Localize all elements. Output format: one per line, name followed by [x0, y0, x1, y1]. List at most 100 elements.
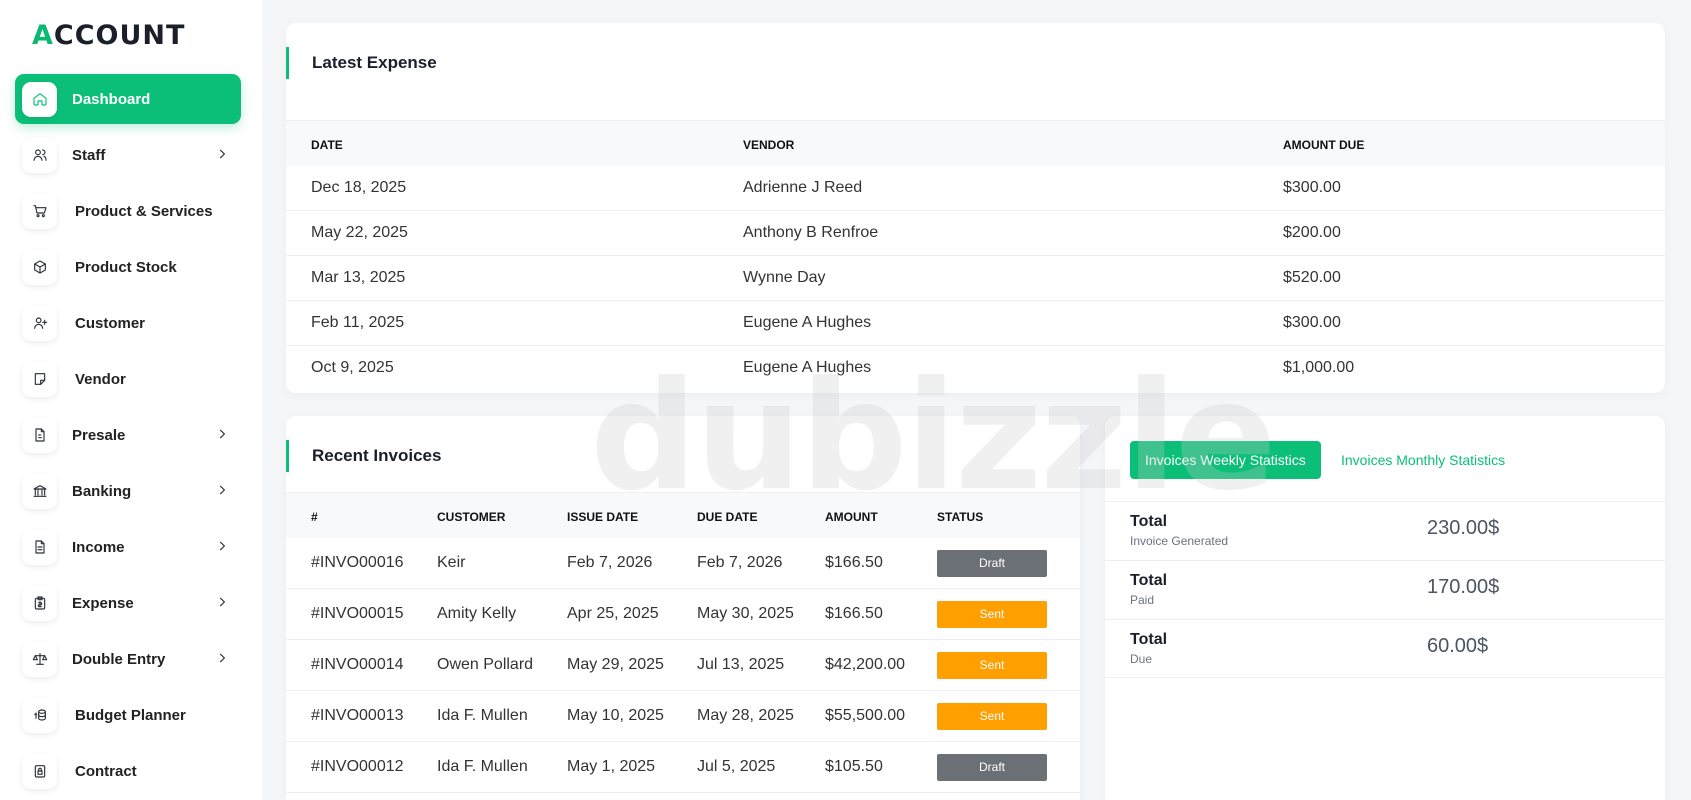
table-row[interactable]: #INVO00016 Keir Feb 7, 2026 Feb 7, 2026 … — [286, 538, 1080, 589]
coins-icon — [22, 697, 57, 733]
cell-amount: $55,500.00 — [825, 707, 906, 724]
chevron-right-icon — [215, 427, 229, 441]
cell-customer: Amity Kelly — [437, 605, 517, 622]
file-dollar-icon — [22, 417, 57, 453]
column-header: # — [311, 510, 318, 524]
invoice-number-link[interactable]: #INVO00013 — [311, 707, 404, 725]
cell-issue-date: Feb 7, 2026 — [567, 554, 653, 571]
recent-invoices-card: Recent Invoices # CUSTOMER ISSUE DATE DU… — [286, 416, 1080, 800]
card-title: Recent Invoices — [286, 440, 441, 472]
cell-date: Dec 18, 2025 — [311, 179, 407, 196]
cell-vendor: Wynne Day — [743, 269, 826, 286]
stat-label: Total — [1130, 631, 1168, 648]
cell-vendor: Anthony B Renfroe — [743, 224, 879, 241]
table-header: DATE VENDOR AMOUNT DUE — [286, 120, 1665, 166]
table-row[interactable]: #INVO00014 Owen Pollard May 29, 2025 Jul… — [286, 640, 1080, 691]
table-row[interactable]: #INVO00015 Amity Kelly Apr 25, 2025 May … — [286, 589, 1080, 640]
column-header: AMOUNT DUE — [1283, 138, 1365, 152]
sidebar-nav: Dashboard Staff Product & Services Produ… — [15, 74, 241, 800]
stat-value: 60.00$ — [1427, 635, 1489, 657]
cell-date: May 22, 2025 — [311, 224, 408, 241]
sidebar-item-banking[interactable]: Banking — [15, 466, 241, 516]
chevron-right-icon — [215, 651, 229, 665]
chevron-right-icon — [215, 539, 229, 553]
invoice-number-link[interactable]: #INVO00016 — [311, 554, 404, 572]
card-title: Latest Expense — [286, 47, 437, 79]
column-header: ISSUE DATE — [567, 510, 639, 524]
status-badge: Sent — [937, 652, 1047, 679]
stat-sublabel: Due — [1130, 652, 1153, 666]
sidebar-item-double-entry[interactable]: Double Entry — [15, 634, 241, 684]
scale-icon — [22, 641, 57, 677]
stat-label: Total — [1130, 513, 1168, 530]
chevron-right-icon — [215, 595, 229, 609]
invoice-number-link[interactable]: #INVO00014 — [311, 656, 404, 674]
table-row[interactable]: Dec 18, 2025 Adrienne J Reed $300.00 — [286, 166, 1665, 211]
cell-amount: $105.50 — [825, 758, 883, 775]
status-badge: Sent — [937, 703, 1047, 730]
sidebar-item-dashboard[interactable]: Dashboard — [15, 74, 241, 124]
clipboard-dollar-icon — [22, 585, 57, 621]
sidebar-item-product-stock[interactable]: Product Stock — [15, 242, 241, 292]
cell-date: Feb 11, 2025 — [311, 314, 405, 331]
cell-issue-date: Apr 25, 2025 — [567, 605, 659, 622]
table-row[interactable]: Oct 9, 2025 Eugene A Hughes $1,000.00 — [286, 346, 1665, 391]
stat-sublabel: Invoice Generated — [1130, 534, 1229, 548]
table-row[interactable]: #INVO00013 Ida F. Mullen May 10, 2025 Ma… — [286, 691, 1080, 742]
cell-customer: Ida F. Mullen — [437, 707, 528, 724]
column-header: DATE — [311, 138, 343, 152]
home-icon — [22, 81, 57, 117]
box-icon — [22, 249, 57, 285]
table-row[interactable]: Feb 11, 2025 Eugene A Hughes $300.00 — [286, 301, 1665, 346]
sidebar-item-expense[interactable]: Expense — [15, 578, 241, 628]
table-row[interactable]: #INVO00012 Ida F. Mullen May 1, 2025 Jul… — [286, 742, 1080, 793]
cell-customer: Owen Pollard — [437, 656, 534, 673]
table-header: # CUSTOMER ISSUE DATE DUE DATE AMOUNT ST… — [286, 492, 1080, 538]
cell-due-date: Jul 5, 2025 — [697, 758, 776, 775]
app-logo[interactable]: ACCOUNT — [32, 20, 185, 51]
invoice-number-link[interactable]: #INVO00015 — [311, 605, 404, 623]
sidebar-item-customer[interactable]: Customer — [15, 298, 241, 348]
sidebar-item-label: Vendor — [75, 370, 126, 388]
tab-monthly-statistics[interactable]: Invoices Monthly Statistics — [1326, 441, 1520, 479]
column-header: STATUS — [937, 510, 984, 524]
chevron-right-icon — [215, 483, 229, 497]
cell-due-date: May 28, 2025 — [697, 707, 794, 724]
status-badge: Sent — [937, 601, 1047, 628]
chevron-right-icon — [215, 147, 229, 161]
table-row[interactable]: Mar 13, 2025 Wynne Day $520.00 — [286, 256, 1665, 301]
sidebar-item-budget-planner[interactable]: Budget Planner — [15, 690, 241, 740]
sidebar-item-income[interactable]: Income — [15, 522, 241, 572]
cell-issue-date: May 10, 2025 — [567, 707, 664, 724]
sidebar-item-label: Banking — [72, 482, 132, 500]
cell-due-date: Feb 7, 2026 — [697, 554, 783, 571]
sidebar-item-label: Income — [72, 538, 125, 556]
sidebar-item-label: Expense — [72, 594, 134, 612]
table-row[interactable]: May 22, 2025 Anthony B Renfroe $200.00 — [286, 211, 1665, 256]
tab-weekly-statistics[interactable]: Invoices Weekly Statistics — [1130, 441, 1321, 479]
sidebar-item-label: Double Entry — [72, 650, 166, 668]
cell-vendor: Eugene A Hughes — [743, 359, 872, 376]
cell-amount: $520.00 — [1283, 269, 1341, 286]
cell-customer: Ida F. Mullen — [437, 758, 528, 775]
cell-amount: $300.00 — [1283, 179, 1341, 196]
note-icon — [22, 361, 57, 397]
sidebar-item-presale[interactable]: Presale — [15, 410, 241, 460]
invoice-number-link[interactable]: #INVO00012 — [311, 758, 404, 776]
status-badge: Draft — [937, 550, 1047, 577]
cell-issue-date: May 1, 2025 — [567, 758, 656, 775]
sidebar-item-label: Contract — [75, 762, 137, 780]
sidebar-item-product-services[interactable]: Product & Services — [15, 186, 241, 236]
cell-amount: $166.50 — [825, 554, 883, 571]
sidebar-item-label: Staff — [72, 146, 106, 164]
stat-row: Total Invoice Generated 230.00$ — [1105, 501, 1665, 560]
cell-amount: $1,000.00 — [1283, 359, 1355, 376]
cell-amount: $42,200.00 — [825, 656, 906, 673]
cell-due-date: May 30, 2025 — [697, 605, 794, 622]
sidebar-item-contract[interactable]: Contract — [15, 746, 241, 796]
stat-label: Total — [1130, 572, 1168, 589]
sidebar-item-vendor[interactable]: Vendor — [15, 354, 241, 404]
column-header: VENDOR — [743, 138, 795, 152]
sidebar-item-staff[interactable]: Staff — [15, 130, 241, 180]
sidebar: ACCOUNT Dashboard Staff Product & Servic… — [0, 0, 262, 800]
